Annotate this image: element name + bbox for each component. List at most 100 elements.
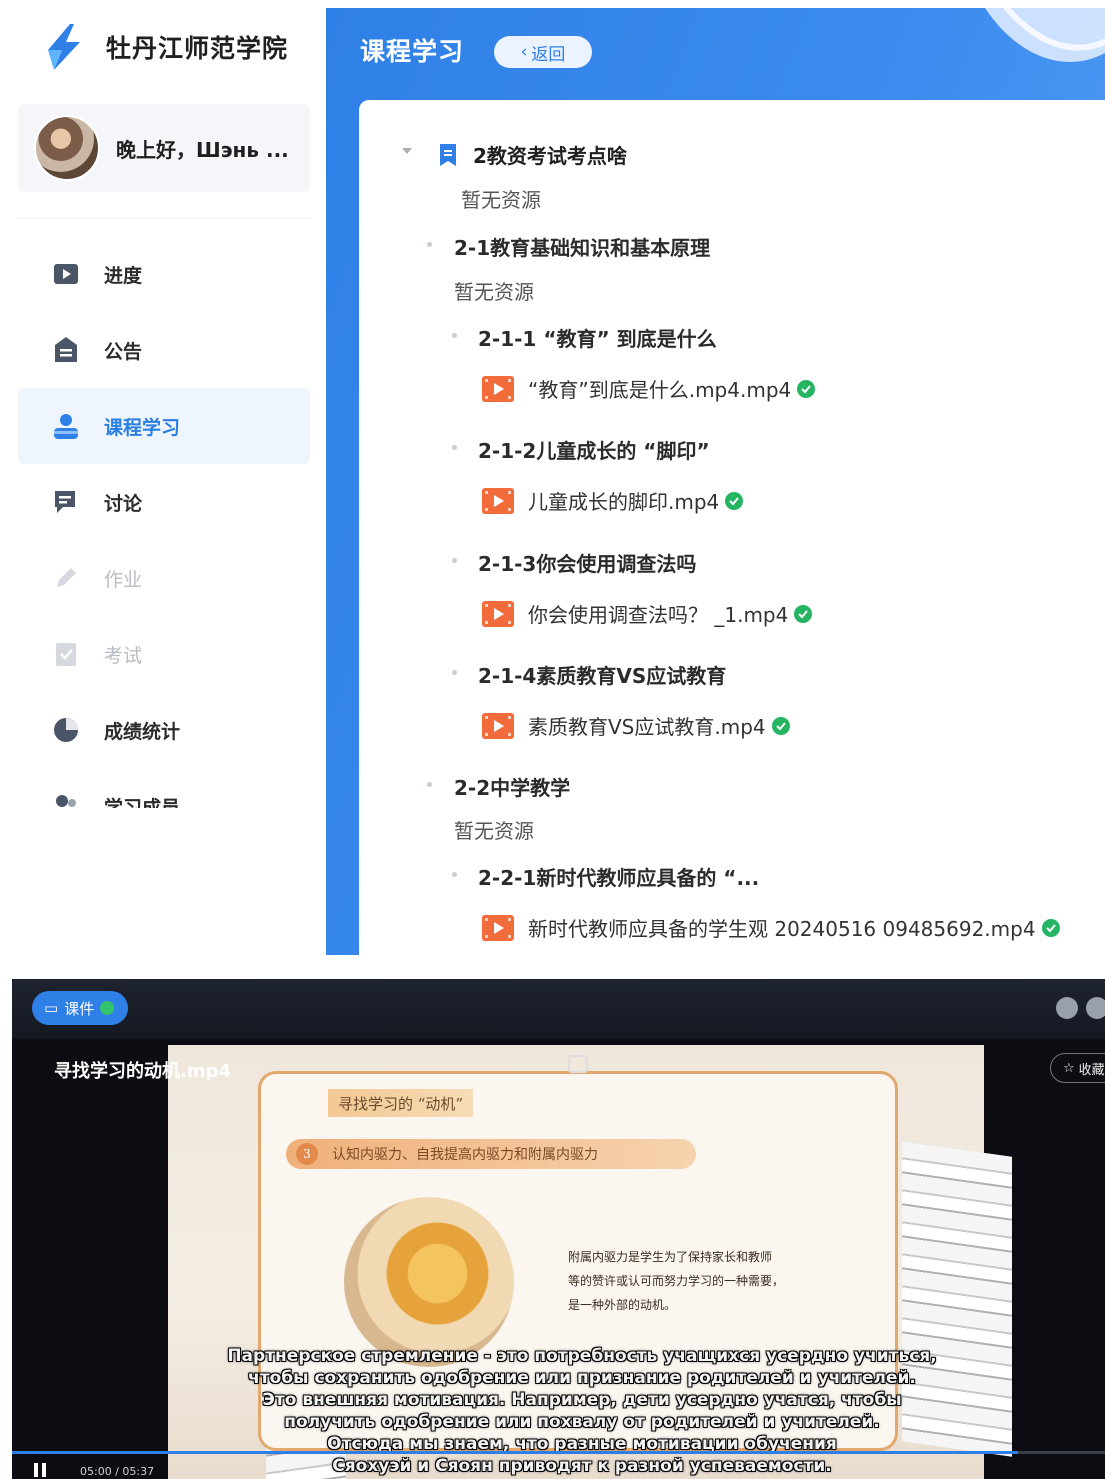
file-name: 你会使用调查法吗？ _1.mp4 <box>528 603 789 627</box>
completed-check-icon <box>1041 918 1060 937</box>
course-icon <box>50 410 82 442</box>
prev-arrow-icon[interactable] <box>1056 997 1078 1019</box>
video-file-row[interactable]: “教育”到底是什么.mp4.mp4 <box>482 374 816 403</box>
video-file-row[interactable]: 儿童成长的脚印.mp4 <box>482 486 744 515</box>
video-title: 寻找学习的动机.mp4 <box>54 1061 232 1082</box>
subsection-title[interactable]: 2-1-2儿童成长的 “脚印” <box>478 435 710 464</box>
course-tree-panel: 2教资考试考点啥 暂无资源 2-1教育基础知识和基本原理 暂无资源 2-1-1 … <box>359 100 1105 955</box>
chevron-left-icon: ‹ <box>520 42 528 62</box>
tree-bullet <box>452 670 457 675</box>
file-name: 素质教育VS应试教育.mp4 <box>528 715 766 739</box>
progress-bar[interactable] <box>12 1451 1105 1454</box>
subtitle-line: Это внешняя мотивация. Например, дети ус… <box>262 1390 902 1410</box>
empty-resource-text: 暂无资源 <box>461 188 541 212</box>
sidebar-item-label: 作业 <box>104 568 143 591</box>
video-file-row[interactable]: 你会使用调查法吗？ _1.mp4 <box>482 599 813 628</box>
subsection-title[interactable]: 2-1-1 “教育” 到底是什么 <box>478 323 717 352</box>
next-arrow-icon[interactable] <box>1086 997 1105 1019</box>
pencil-icon <box>50 562 82 594</box>
video-file-icon <box>482 487 514 514</box>
empty-resource-text: 暂无资源 <box>454 280 534 304</box>
file-name: “教育”到底是什么.mp4.mp4 <box>528 378 792 402</box>
subtitle-line: Сяохуэй и Сяоян приводят к разной успева… <box>332 1456 832 1476</box>
completed-check-icon <box>771 716 790 735</box>
sidebar-item-grades[interactable]: 成绩统计 <box>18 692 310 768</box>
slide-text-line: 等的赞许或认可而努力学习的一种需要， <box>568 1274 785 1288</box>
header-decoration <box>985 8 1105 62</box>
sidebar-item-exam[interactable]: 考试 <box>18 616 310 692</box>
members-icon <box>50 790 82 808</box>
sidebar-item-label: 考试 <box>104 644 143 667</box>
bookmark-icon <box>440 143 456 166</box>
sidebar: 牡丹江师范学院 晚上好，Шэнь ... 进度 公告 课程学习 讨论 作业 考试… <box>0 0 326 955</box>
courseware-button[interactable]: ▭ 课件 <box>32 991 128 1025</box>
sidebar-item-label: 成绩统计 <box>104 720 181 743</box>
sidebar-item-label: 讨论 <box>104 492 143 515</box>
collapse-caret-icon[interactable] <box>402 148 412 154</box>
file-name: 新时代教师应具备的学生观 20240516 09485692.mp4 <box>528 917 1036 941</box>
subtitle-line: Партнерское стремление - это потребность… <box>227 1346 937 1366</box>
screenshot-icon[interactable] <box>568 1055 588 1073</box>
page-title: 课程学习 <box>360 37 465 66</box>
avatar[interactable] <box>34 115 100 181</box>
sidebar-item-members[interactable]: 学习成员 <box>18 768 310 808</box>
sidebar-item-course-learning[interactable]: 课程学习 <box>18 388 310 464</box>
flag-icon <box>50 258 82 290</box>
school-name: 牡丹江师范学院 <box>106 34 289 63</box>
section-title[interactable]: 2-1教育基础知识和基本原理 <box>454 232 710 261</box>
subsection-title[interactable]: 2-1-4素质教育VS应试教育 <box>478 660 726 689</box>
slide-heading: 寻找学习的 “动机” <box>328 1089 474 1117</box>
pie-chart-icon <box>50 714 82 746</box>
user-card[interactable]: 晚上好，Шэнь ... <box>18 104 310 192</box>
teacher-child-photo <box>344 1197 514 1367</box>
section-title[interactable]: 2-2中学教学 <box>454 772 570 801</box>
file-name: 儿童成长的脚印.mp4 <box>528 490 720 514</box>
back-button[interactable]: ‹ 返回 <box>494 36 592 68</box>
chapter-node[interactable]: 2教资考试考点啥 <box>437 140 627 169</box>
tree-bullet <box>427 242 432 247</box>
greeting: 晚上好，Шэнь ... <box>116 137 289 162</box>
exam-icon <box>50 638 82 670</box>
slide-number: 3 <box>296 1143 318 1165</box>
subtitle-line: чтобы сохранить одобрение или признание … <box>248 1368 916 1388</box>
video-file-icon <box>482 375 514 402</box>
video-file-row[interactable]: 素质教育VS应试教育.mp4 <box>482 711 790 740</box>
slide-subtitle: 3 认知内驱力、自我提高内驱力和附属内驱力 <box>286 1139 696 1169</box>
sidebar-menu: 进度 公告 课程学习 讨论 作业 考试 成绩统计 学习成员 <box>18 236 310 808</box>
sidebar-item-homework[interactable]: 作业 <box>18 540 310 616</box>
sidebar-item-progress[interactable]: 进度 <box>18 236 310 312</box>
video-file-row[interactable]: 新时代教师应具备的学生观 20240516 09485692.mp4 <box>482 913 1060 942</box>
pause-icon[interactable] <box>34 1463 48 1477</box>
slide-subtitle-text: 认知内驱力、自我提高内驱力和附属内驱力 <box>332 1147 598 1163</box>
completed-check-icon <box>100 1001 115 1015</box>
star-icon: ☆ <box>1063 1060 1075 1076</box>
subsection-title[interactable]: 2-2-1新时代教师应具备的 “... <box>478 862 759 891</box>
slide-heading-text: 寻找学习的 “动机” <box>338 1094 464 1113</box>
video-subtitles: Партнерское стремление - это потребность… <box>192 1345 972 1477</box>
notice-icon <box>50 334 82 366</box>
slide-text-line: 是一种外部的动机。 <box>568 1298 677 1312</box>
sidebar-item-discussion[interactable]: 讨论 <box>18 464 310 540</box>
sidebar-item-label: 课程学习 <box>104 416 181 439</box>
favorite-button[interactable]: ☆ 收藏 <box>1050 1053 1105 1083</box>
tree-bullet <box>452 872 457 877</box>
course-page: 牡丹江师范学院 晚上好，Шэнь ... 进度 公告 课程学习 讨论 作业 考试… <box>0 0 1105 955</box>
completed-check-icon <box>725 491 744 510</box>
video-file-icon <box>482 600 514 627</box>
sidebar-divider <box>18 218 310 219</box>
brand[interactable]: 牡丹江师范学院 <box>44 22 288 72</box>
main-panel: 课程学习 ‹ 返回 2教资考试考点啥 暂无资源 2-1教育基础知识和基本原理 暂… <box>326 8 1105 955</box>
tree-bullet <box>452 558 457 563</box>
sidebar-item-notice[interactable]: 公告 <box>18 312 310 388</box>
video-file-icon <box>482 914 514 941</box>
chat-icon <box>50 486 82 518</box>
completed-check-icon <box>797 379 816 398</box>
tree-bullet <box>452 445 457 450</box>
video-file-icon <box>482 712 514 739</box>
courseware-label: 课件 <box>64 999 95 1018</box>
tree-bullet <box>452 333 457 338</box>
subsection-title[interactable]: 2-1-3你会使用调查法吗 <box>478 548 696 577</box>
video-player: ▭ 课件 寻找学习的 “动机” 3 认知内驱力、自我提高内驱力和附属内驱力 附属… <box>12 979 1105 1479</box>
time-display: 05:00 / 05:37 <box>80 1465 155 1478</box>
player-topbar: ▭ 课件 <box>12 979 1105 1039</box>
